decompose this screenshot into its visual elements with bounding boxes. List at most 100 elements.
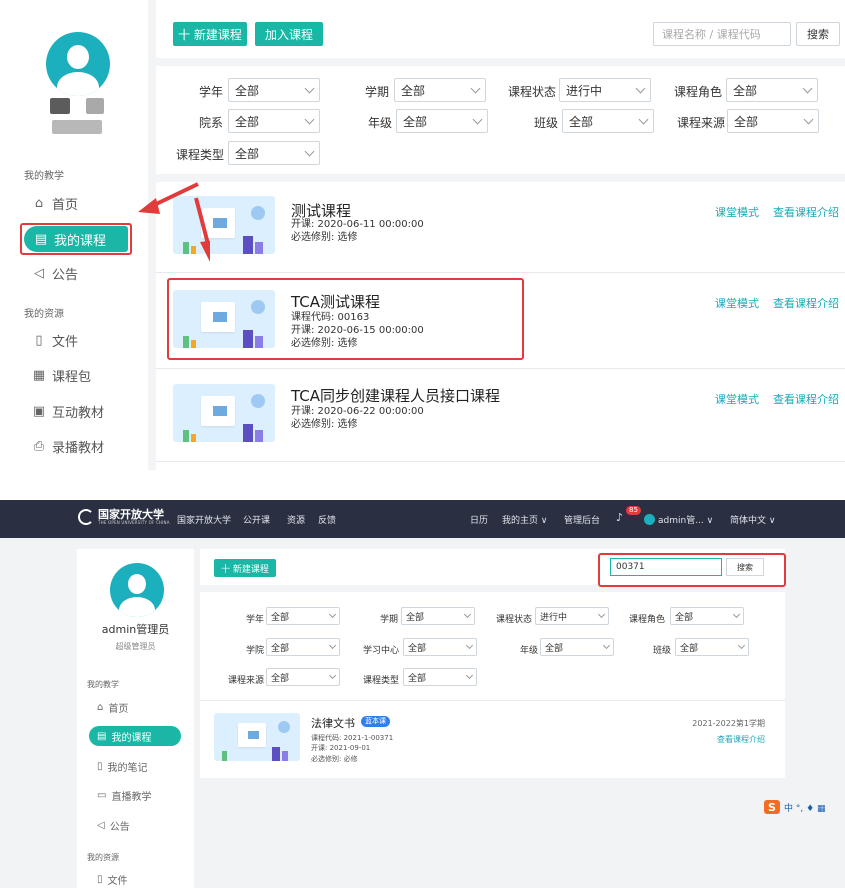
- announcement-icon: ◁: [97, 820, 105, 831]
- grade-select[interactable]: 全部: [396, 109, 488, 133]
- course-title[interactable]: TCA同步创建课程人员接口课程: [291, 385, 500, 406]
- bottom-screenshot: 国家开放大学 THE OPEN UNIVERSITY OF CHINA 国家开放…: [0, 500, 845, 888]
- join-course-button[interactable]: 加入课程: [255, 22, 323, 46]
- course-intro-link[interactable]: 查看课程介绍: [773, 295, 839, 311]
- filter-label-grade: 年级: [368, 116, 393, 130]
- university-logo[interactable]: 国家开放大学 THE OPEN UNIVERSITY OF CHINA: [78, 509, 170, 525]
- search-button[interactable]: 搜索: [796, 22, 840, 46]
- course-title[interactable]: TCA测试课程: [291, 291, 380, 312]
- course-intro-link[interactable]: 查看课程介绍: [773, 391, 839, 407]
- sidebar-item-announcement[interactable]: ◁ 公告: [32, 264, 78, 283]
- filter-label-role: 课程角色: [674, 85, 723, 99]
- ime-toolbar[interactable]: S 中 °, ♦ ▦: [764, 800, 826, 814]
- role-select[interactable]: 全部: [726, 78, 818, 102]
- classroom-mode-link[interactable]: 课堂模式: [715, 391, 759, 407]
- course-required: 必选修别: 选修: [291, 419, 358, 430]
- home-icon: ⌂: [97, 702, 104, 713]
- year-select[interactable]: 全部: [228, 78, 320, 102]
- search-button[interactable]: 搜索: [726, 558, 764, 576]
- course-tag: 蓝本课: [361, 716, 390, 727]
- nav-link[interactable]: 资源: [287, 513, 305, 526]
- filter-panel: 学年 全部 学期 全部 课程状态 进行中 课程角色 全部 院系 全部 年级 全部…: [156, 66, 845, 174]
- year-select[interactable]: 全部: [266, 607, 340, 625]
- nav-link[interactable]: 国家开放大学: [177, 513, 231, 526]
- file-icon: ▯: [97, 874, 103, 885]
- language-menu[interactable]: 简体中文 ∨: [730, 513, 775, 526]
- new-course-button[interactable]: 十 新建课程: [173, 22, 247, 46]
- type-select[interactable]: 全部: [228, 141, 320, 165]
- course-start: 开课: 2020-06-15 00:00:00: [291, 325, 424, 336]
- sidebar-item-files[interactable]: ▯ 文件: [97, 872, 128, 887]
- toolbar: 十 新建课程 加入课程 课程名称 / 课程代码 搜索: [156, 13, 845, 57]
- grade-select[interactable]: 全部: [540, 638, 614, 656]
- user-menu[interactable]: admin管... ∨: [658, 513, 713, 526]
- status-select[interactable]: 进行中: [535, 607, 609, 625]
- sidebar-item-course-package[interactable]: ▦ 课程包: [32, 366, 91, 385]
- section-title-resources: 我的资源: [24, 309, 64, 320]
- classroom-mode-link[interactable]: 课堂模式: [715, 204, 759, 220]
- nav-link[interactable]: 公开课: [243, 513, 270, 526]
- user-avatar-icon[interactable]: [644, 514, 655, 525]
- class-select[interactable]: 全部: [562, 109, 654, 133]
- sidebar-item-announcement[interactable]: ◁ 公告: [97, 818, 130, 833]
- course-start: 开课: 2020-06-22 00:00:00: [291, 406, 424, 417]
- section-title-teaching: 我的教学: [87, 680, 119, 689]
- nav-link[interactable]: 反馈: [318, 513, 336, 526]
- term-select[interactable]: 全部: [394, 78, 486, 102]
- sidebar-item-notes[interactable]: ▯ 我的笔记: [97, 759, 148, 774]
- class-select[interactable]: 全部: [675, 638, 749, 656]
- course-intro-link[interactable]: 查看课程介绍: [717, 734, 765, 745]
- sidebar-item-home[interactable]: ⌂ 首页: [97, 700, 128, 715]
- calendar-link[interactable]: 日历: [470, 513, 488, 526]
- course-required: 必选修别: 必修: [311, 755, 358, 763]
- course-thumbnail: [173, 384, 275, 442]
- filter-label-class: 班级: [534, 116, 559, 130]
- blurred-name: [86, 98, 104, 114]
- course-row[interactable]: TCA同步创建课程人员接口课程 开课: 2020-06-22 00:00:00 …: [156, 369, 845, 461]
- avatar: [46, 32, 110, 96]
- course-intro-link[interactable]: 查看课程介绍: [773, 204, 839, 220]
- sidebar-item-live[interactable]: ▭ 直播教学: [97, 788, 151, 803]
- admin-backend-link[interactable]: 管理后台: [564, 513, 600, 526]
- filter-label-type: 课程类型: [176, 148, 225, 162]
- blurred-role: [52, 120, 102, 134]
- source-select[interactable]: 全部: [266, 668, 340, 686]
- sidebar-item-my-courses[interactable]: ▤ 我的课程: [89, 726, 181, 746]
- course-start: 开课: 2021-09-01: [311, 744, 371, 752]
- sidebar-item-files[interactable]: ▯ 文件: [32, 331, 78, 350]
- filter-label-year: 学年: [199, 85, 224, 99]
- classroom-mode-link[interactable]: 课堂模式: [715, 295, 759, 311]
- course-row[interactable]: 法律文书 蓝本课 课程代码: 2021-1-00371 开课: 2021-09-…: [200, 700, 785, 778]
- sidebar-item-my-courses[interactable]: ▤ 我的课程: [24, 226, 128, 252]
- sidebar: 我的教学 ⌂ 首页 ▤ 我的课程 ◁ 公告 我的资源 ▯ 文件 ▦ 课程包 ▣ …: [0, 0, 148, 470]
- term-select[interactable]: 全部: [401, 607, 475, 625]
- file-icon: ▯: [35, 333, 43, 348]
- dept-select[interactable]: 全部: [228, 109, 320, 133]
- sidebar-item-home[interactable]: ⌂ 首页: [32, 194, 78, 213]
- type-select[interactable]: 全部: [403, 668, 477, 686]
- college-select[interactable]: 全部: [266, 638, 340, 656]
- sidebar-item-recorded-material[interactable]: ⎙ 录播教材: [32, 437, 104, 456]
- course-title[interactable]: 法律文书: [311, 715, 355, 731]
- role-select[interactable]: 全部: [670, 607, 744, 625]
- course-icon: ▤: [97, 730, 107, 742]
- bell-icon[interactable]: ♪: [616, 511, 623, 524]
- interactive-icon: ▣: [32, 404, 46, 419]
- search-input[interactable]: 课程名称 / 课程代码: [653, 22, 791, 46]
- section-title-teaching: 我的教学: [24, 171, 64, 182]
- center-select[interactable]: 全部: [403, 638, 477, 656]
- recording-icon: ⎙: [33, 439, 45, 454]
- my-home-menu[interactable]: 我的主页 ∨: [502, 513, 547, 526]
- notes-icon: ▯: [97, 761, 103, 772]
- filter-label-source: 课程来源: [677, 116, 726, 130]
- course-required: 必选修别: 选修: [291, 338, 358, 349]
- new-course-button[interactable]: 十 新建课程: [214, 559, 276, 577]
- sidebar-item-interactive-material[interactable]: ▣ 互动教材: [32, 402, 104, 421]
- status-select[interactable]: 进行中: [559, 78, 651, 102]
- course-row[interactable]: TCA测试课程 课程代码: 00163 开课: 2020-06-15 00:00…: [156, 273, 845, 368]
- search-input[interactable]: 00371: [610, 558, 722, 576]
- source-select[interactable]: 全部: [727, 109, 819, 133]
- filter-label-status: 课程状态: [508, 85, 557, 99]
- course-row[interactable]: 测试课程 开课: 2020-06-11 00:00:00 必选修别: 选修 课堂…: [156, 182, 845, 272]
- filter-panel: 学年 全部 学期 全部 课程状态 进行中 课程角色 全部 学院 全部 学习中心 …: [200, 592, 785, 700]
